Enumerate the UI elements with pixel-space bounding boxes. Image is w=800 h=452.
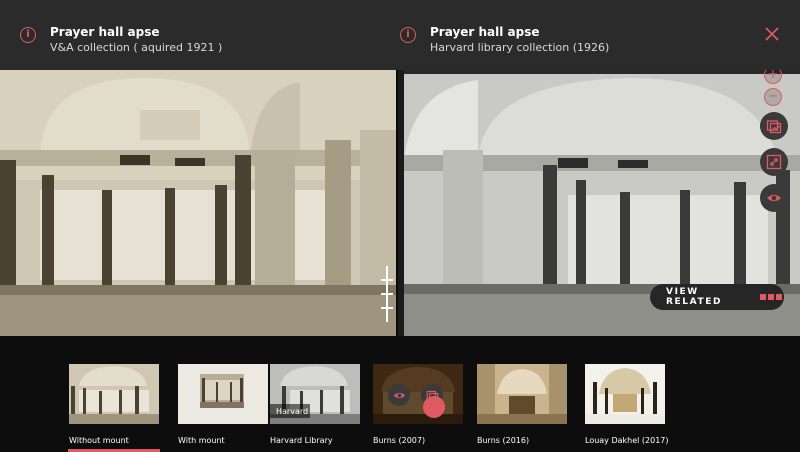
thumbnail-image	[477, 364, 567, 424]
right-image-subtitle: Harvard library collection (1926)	[430, 41, 610, 54]
thumbnail-with-mount[interactable]: With mount	[178, 364, 268, 445]
right-image-title: Prayer hall apse	[430, 25, 540, 39]
thumbnail-caption: Burns (2007)	[373, 436, 426, 445]
close-icon[interactable]	[764, 26, 780, 42]
thumbnail-caption: Burns (2016)	[477, 436, 530, 445]
thumbnail-caption: Harvard Library	[270, 436, 333, 445]
thumbnail-eye-button[interactable]	[388, 384, 410, 406]
left-photo	[0, 70, 396, 336]
thumbnail-image	[585, 364, 665, 424]
right-image-info: i Prayer hall apse Harvard library colle…	[400, 24, 609, 55]
left-image-title: Prayer hall apse	[50, 25, 160, 39]
view-related-squares-icon	[760, 294, 784, 300]
compare-images-button[interactable]	[760, 112, 788, 140]
drag-handle-icon[interactable]	[378, 266, 396, 322]
info-icon[interactable]: i	[400, 27, 416, 43]
info-icon[interactable]: i	[20, 27, 36, 43]
thumbnail-caption: With mount	[178, 436, 225, 445]
thumbnail-without-mount[interactable]: Without mount	[69, 364, 159, 445]
view-related-label: VIEW RELATED	[666, 287, 723, 307]
thumbnail-image	[373, 364, 463, 424]
thumbnail-overlay-label: Harvard	[276, 407, 309, 416]
eye-icon	[393, 392, 405, 398]
top-info-bar: i Prayer hall apse V&A collection ( aqui…	[0, 0, 800, 70]
expand-button[interactable]	[760, 148, 788, 176]
selection-cursor-dot	[423, 396, 445, 418]
expand-icon	[766, 154, 782, 170]
left-image-subtitle: V&A collection ( aquired 1921 )	[50, 41, 223, 54]
left-image-info: i Prayer hall apse V&A collection ( aqui…	[20, 24, 222, 55]
plus-icon: +	[767, 70, 779, 82]
thumbnail-harvard-library[interactable]: Harvard Harvard Library	[270, 364, 360, 445]
image-compare-icon	[766, 120, 782, 134]
thumbnail-burns-2007[interactable]: Burns (2007)	[373, 364, 463, 445]
thumbnail-strip: Without mount With mount Harvard Harvard…	[0, 336, 800, 452]
visibility-toggle-button[interactable]	[760, 184, 788, 212]
thumbnail-caption: Without mount	[69, 436, 129, 445]
eye-icon	[767, 194, 781, 202]
minus-icon: −	[767, 89, 779, 104]
thumbnail-louay-dakhel-2017[interactable]: Louay Dakhel (2017)	[585, 364, 669, 445]
thumbnail-image	[178, 364, 268, 424]
view-related-button[interactable]: VIEW RELATED	[650, 284, 784, 310]
thumbnail-image	[69, 364, 159, 424]
zoom-out-button[interactable]: −	[764, 88, 782, 106]
thumbnail-burns-2016[interactable]: Burns (2016)	[477, 364, 567, 445]
thumbnail-caption: Louay Dakhel (2017)	[585, 436, 669, 445]
